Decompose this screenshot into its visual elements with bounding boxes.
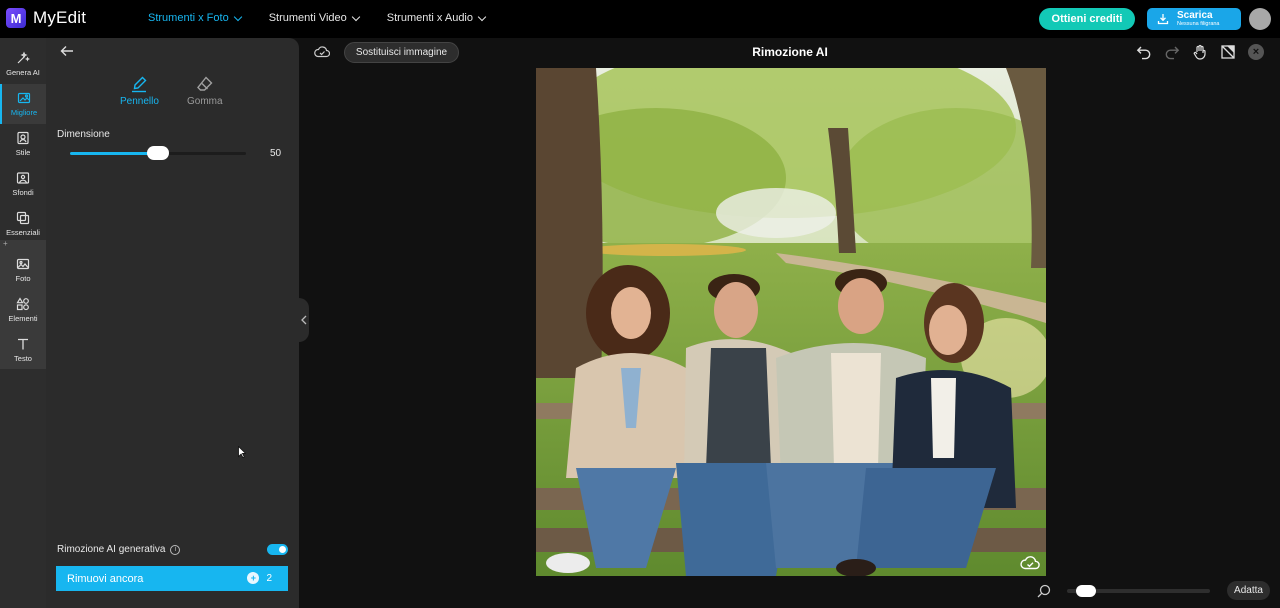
brush-tool[interactable]: Pennello <box>120 74 159 107</box>
background-icon <box>16 172 30 184</box>
photo-icon <box>16 258 30 270</box>
brush-size-value: 50 <box>270 148 282 159</box>
credit-icon: + <box>247 572 260 584</box>
generative-removal-row: Rimozione AI generativa i <box>57 544 181 555</box>
zoom-slider[interactable] <box>1067 585 1210 597</box>
shapes-icon <box>16 297 29 311</box>
tool-panel: Pennello Gomma Dimensione 50 Rimozione A… <box>46 38 299 608</box>
brush-size-slider[interactable] <box>70 146 246 160</box>
edited-photo[interactable] <box>536 68 1046 576</box>
nav-photo-tools[interactable]: Strumenti x Foto <box>148 12 242 24</box>
rail-item-label: Migliore <box>10 108 38 117</box>
nav-audio-tools-label: Strumenti x Audio <box>386 12 473 24</box>
brush-tool-label: Pennello <box>120 96 159 107</box>
credit-cost-value: 2 <box>266 572 272 584</box>
compare-icon[interactable] <box>1220 44 1236 60</box>
rail-item-stile[interactable]: Stile <box>0 124 46 164</box>
user-avatar[interactable] <box>1249 8 1271 30</box>
rail-item-essenziali[interactable]: Essenziali <box>0 204 46 244</box>
mouse-cursor-icon <box>238 446 246 458</box>
logo-mark-icon: M <box>6 8 26 28</box>
nav-photo-tools-label: Strumenti x Foto <box>148 12 229 24</box>
brush-size-thumb[interactable] <box>147 146 169 160</box>
brush-icon <box>132 76 147 93</box>
redo-icon[interactable] <box>1164 44 1180 60</box>
rail-item-genera-ai[interactable]: Genera AI <box>0 44 46 84</box>
nav-video-tools-label: Strumenti Video <box>268 12 347 24</box>
download-label: Scarica <box>1177 9 1213 21</box>
style-icon <box>17 131 29 145</box>
download-button[interactable]: Scarica Nessuna filigrana <box>1147 8 1241 30</box>
rail-item-label: Foto <box>15 274 31 283</box>
chevron-down-icon <box>477 12 487 21</box>
nav-video-tools[interactable]: Strumenti Video <box>268 12 361 24</box>
hand-pan-icon[interactable] <box>1192 44 1208 60</box>
brush-size-label: Dimensione <box>57 129 110 140</box>
cloud-sync-icon[interactable] <box>1020 555 1040 570</box>
download-icon <box>1157 14 1169 25</box>
info-icon[interactable]: i <box>170 544 181 555</box>
canvas-title: Rimozione AI <box>752 45 828 59</box>
chevron-down-icon <box>233 12 242 21</box>
top-bar: M MyEdit Strumenti x Foto Strumenti Vide… <box>0 0 1280 38</box>
rail-item-foto[interactable]: Foto <box>0 250 46 290</box>
eraser-tool-label: Gomma <box>187 96 223 107</box>
chevron-down-icon <box>351 12 361 21</box>
collapse-panel-button[interactable] <box>299 298 309 342</box>
zoom-slider-thumb[interactable] <box>1076 585 1096 597</box>
undo-icon[interactable] <box>1136 44 1152 60</box>
park-photo-illustration <box>536 68 1046 576</box>
rail-item-label: Essenziali <box>6 228 40 237</box>
replace-image-button[interactable]: Sostituisci immagine <box>344 42 459 63</box>
main-nav: Strumenti x Foto Strumenti Video Strumen… <box>148 12 487 24</box>
rail-item-label: Testo <box>14 354 32 363</box>
eraser-icon <box>196 76 213 91</box>
rail-item-label: Stile <box>15 148 31 157</box>
enhance-icon <box>17 92 31 104</box>
rail-item-label: Sfondi <box>12 188 34 197</box>
text-icon <box>18 338 28 350</box>
generative-removal-label: Rimozione AI generativa <box>57 544 166 555</box>
app-name: MyEdit <box>33 8 87 27</box>
download-sublabel: Nessuna filigrana <box>1177 20 1220 27</box>
close-icon[interactable]: × <box>1248 44 1264 60</box>
nav-audio-tools[interactable]: Strumenti x Audio <box>386 12 487 24</box>
crop-icon <box>16 211 30 225</box>
rail-item-testo[interactable]: Testo <box>0 330 46 370</box>
fit-button[interactable]: Adatta <box>1227 581 1270 600</box>
rail-item-sfondi[interactable]: Sfondi <box>0 164 46 204</box>
canvas-tools: × <box>1136 44 1264 60</box>
back-arrow-icon[interactable] <box>60 45 74 57</box>
chevron-left-icon <box>301 315 307 325</box>
credit-cost: + 2 <box>247 572 272 584</box>
rail-item-label: Elementi <box>8 314 38 323</box>
remove-again-label: Rimuovi ancora <box>67 572 144 585</box>
rail-item-label: Genera AI <box>6 68 40 77</box>
zoom-icon[interactable] <box>1037 584 1051 598</box>
plus-icon: + <box>3 239 8 248</box>
generative-removal-toggle[interactable] <box>267 544 288 555</box>
rail-item-elementi[interactable]: Elementi <box>0 290 46 330</box>
remove-again-button[interactable]: Rimuovi ancora + 2 <box>56 566 288 591</box>
eraser-tool[interactable]: Gomma <box>187 74 223 107</box>
tool-rail: Genera AI Migliore Stile Sfondi Essenzia… <box>0 38 46 608</box>
rail-item-migliore[interactable]: Migliore <box>0 84 46 124</box>
brush-size-fill <box>70 152 158 155</box>
app-logo[interactable]: M MyEdit <box>6 8 86 28</box>
cloud-save-icon[interactable] <box>314 45 330 58</box>
wand-icon <box>17 51 30 64</box>
get-credits-button[interactable]: Ottieni crediti <box>1039 8 1135 30</box>
